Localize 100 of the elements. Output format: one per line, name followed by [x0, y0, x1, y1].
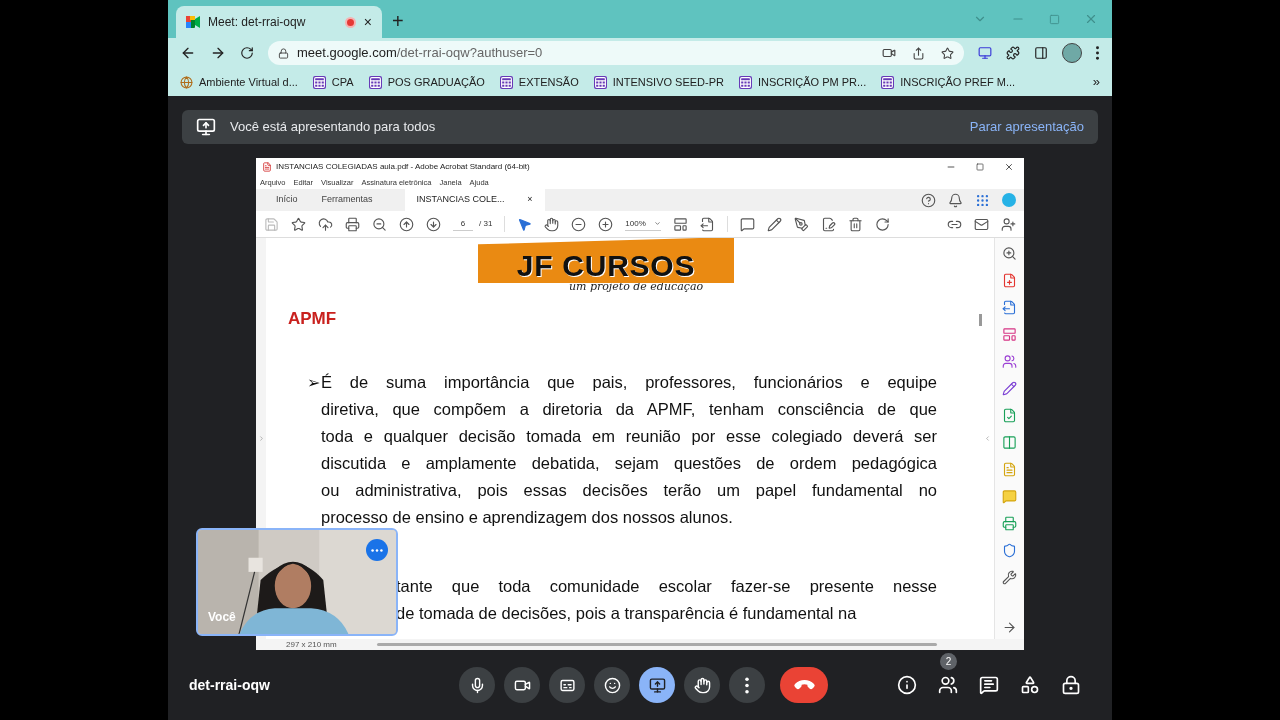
app-tab[interactable]: Início — [264, 189, 310, 211]
participant-name: Você — [208, 609, 236, 626]
page-count: / 31 — [479, 218, 493, 230]
mail-icon[interactable] — [974, 216, 989, 232]
presenting-message: Você está apresentando para todos — [230, 118, 437, 137]
forward-icon[interactable] — [210, 45, 226, 61]
edit-icon[interactable] — [821, 216, 837, 232]
form-icon — [368, 75, 382, 89]
tools-icon[interactable] — [1002, 570, 1017, 585]
fill-sign-icon[interactable] — [1002, 381, 1017, 396]
bookmark-star-icon[interactable] — [941, 46, 954, 60]
panel-toggle-icon[interactable] — [257, 435, 265, 442]
bookmark-item[interactable]: EXTENSÃO — [499, 73, 579, 91]
expand-panel-icon[interactable] — [1002, 620, 1017, 635]
apps-grid-icon[interactable] — [975, 192, 990, 208]
zoom-dropdown[interactable]: 100% — [625, 217, 662, 231]
paragraph-line: discutida e amplamente debatida, sejam questões de ordem pedagógica — [321, 453, 937, 474]
printer-icon[interactable] — [345, 216, 360, 232]
screen-share-icon[interactable] — [978, 46, 992, 60]
page-fit-icon[interactable] — [673, 216, 689, 232]
logo-banner: JF CURSOS — [478, 238, 734, 283]
tab-title: Meet: det-rrai-oqw — [208, 14, 307, 31]
bookmark-item[interactable]: INSCRIÇÃO PM PR... — [739, 73, 867, 91]
bookmark-item[interactable]: CPA — [312, 73, 354, 91]
protect-file-icon[interactable] — [1002, 408, 1017, 423]
cloud-upload-icon[interactable] — [318, 216, 333, 232]
call-control-button[interactable] — [504, 667, 540, 703]
people-icon[interactable] — [938, 675, 958, 695]
more-bookmarks-button[interactable]: » — [1092, 72, 1100, 92]
organize-pages-icon[interactable] — [1002, 327, 1017, 342]
compare-icon[interactable] — [1002, 435, 1017, 450]
present-screen-icon — [648, 676, 666, 694]
sign-icon[interactable] — [794, 216, 810, 232]
paragraph-line: toda e qualquer decisão tomada em reunião por esse colegiado deverá ser — [321, 426, 937, 447]
hang-up-button[interactable] — [780, 667, 828, 703]
bookmark-item[interactable]: INSCRIÇÃO PREF M... — [881, 73, 1016, 91]
side-panel-icon[interactable] — [1034, 46, 1048, 60]
paragraph-line: processo de ensino e aprendizagem dos nossos alunos. — [321, 507, 734, 528]
info-icon[interactable] — [897, 675, 917, 695]
bell-icon[interactable] — [948, 192, 963, 208]
browser-tab[interactable]: Meet: det-rrai-oqw × — [176, 6, 382, 38]
new-tab-button[interactable]: + — [392, 11, 404, 31]
shapes-icon[interactable] — [1020, 675, 1040, 695]
trash-icon[interactable] — [848, 216, 864, 232]
present-screen-icon — [196, 117, 216, 137]
lock-icon — [278, 47, 289, 59]
share-icon[interactable] — [912, 46, 925, 60]
tab-close-button[interactable]: × — [363, 11, 372, 33]
comment-icon[interactable] — [740, 216, 756, 232]
form-icon — [499, 75, 513, 89]
stop-presenting-link[interactable]: Parar apresentação — [969, 117, 1084, 137]
call-control-button[interactable] — [459, 667, 495, 703]
call-control-button[interactable] — [594, 667, 630, 703]
bookmark-item[interactable]: POS GRADUAÇÃO — [368, 73, 485, 91]
lock-icon[interactable] — [1061, 675, 1081, 695]
search-icon[interactable] — [372, 216, 387, 232]
camera-icon[interactable] — [882, 46, 896, 60]
call-control-button[interactable] — [729, 667, 765, 703]
help-icon[interactable] — [921, 192, 936, 208]
app-tab[interactable]: Ferramentas — [309, 189, 385, 211]
next-page-icon[interactable] — [426, 216, 441, 232]
page-size-label: 297 x 210 mm — [286, 638, 337, 650]
print-production-icon[interactable] — [1002, 516, 1017, 531]
paragraph-line: É de suma importância que pais, professores, funcionários e equipe — [321, 372, 937, 393]
extensions-icon[interactable] — [1006, 46, 1020, 60]
pointer-icon[interactable] — [517, 216, 533, 232]
hand-icon[interactable] — [544, 216, 560, 232]
menu-icon[interactable] — [1096, 46, 1099, 60]
page-number-field[interactable]: 6 — [453, 217, 473, 231]
export-pdf-icon[interactable] — [1002, 300, 1017, 315]
reload-icon[interactable] — [240, 46, 254, 60]
star-icon[interactable] — [291, 216, 306, 232]
create-pdf-icon[interactable] — [1002, 273, 1017, 288]
bookmark-item[interactable]: INTENSIVO SEED-PR — [593, 73, 724, 91]
heading: APMF — [288, 307, 338, 330]
paragraph-line: ou administrativa, pois essas decisões terão um papel fundamental no — [321, 480, 937, 501]
zoom-in-icon[interactable] — [598, 216, 614, 232]
zoom-out-icon[interactable] — [571, 216, 587, 232]
form-icon — [593, 75, 607, 89]
meeting-code: det-rrai-oqw — [189, 675, 271, 695]
rotate-icon[interactable] — [875, 216, 891, 232]
address-bar[interactable]: meet.google.com/det-rrai-oqw?authuser=0 — [268, 41, 964, 65]
shield-icon[interactable] — [1002, 543, 1017, 558]
search-icon[interactable] — [1002, 246, 1017, 261]
share-user-icon[interactable] — [1001, 216, 1016, 232]
profile-avatar[interactable] — [1062, 43, 1082, 63]
form-icon — [881, 75, 895, 89]
bullet-marker: ➢ — [307, 373, 320, 393]
highlight-icon[interactable] — [767, 216, 783, 232]
meet-logo-icon — [186, 16, 200, 28]
maximize-icon[interactable] — [976, 163, 984, 171]
chat-icon[interactable] — [979, 675, 999, 695]
close-icon[interactable] — [1004, 162, 1014, 172]
call-control-button[interactable] — [639, 667, 675, 703]
call-control-button[interactable] — [549, 667, 585, 703]
app-tab[interactable]: INSTANCIAS COLE... × — [404, 189, 545, 211]
back-icon[interactable] — [180, 45, 196, 61]
call-control-button[interactable] — [684, 667, 720, 703]
previous-page-icon[interactable] — [399, 216, 414, 232]
bookmark-item[interactable]: Ambiente Virtual d... — [180, 73, 298, 91]
